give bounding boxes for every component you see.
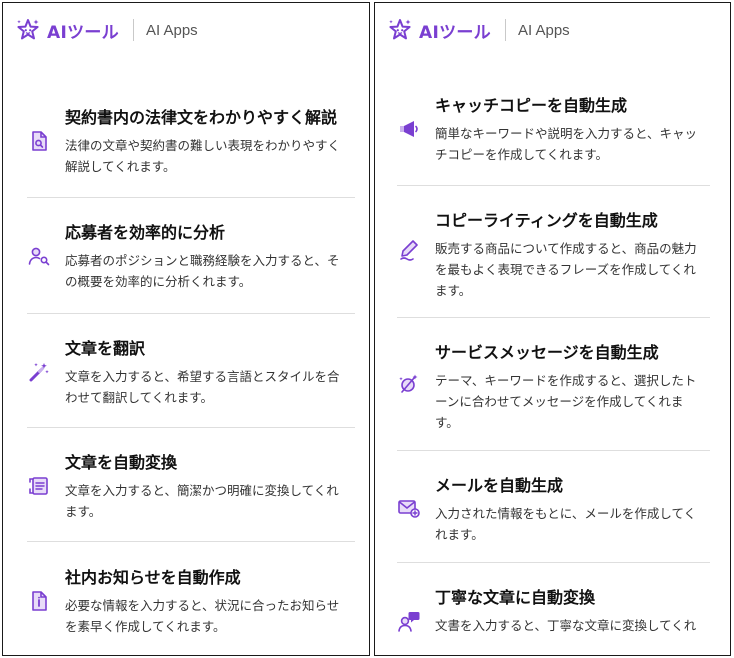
- app-title: キャッチコピーを自動生成: [435, 96, 628, 115]
- brand-name: AIツール: [419, 22, 491, 43]
- person-chat-icon: [397, 609, 421, 633]
- app-description: 販売する商品について作成すると、商品の魅力を最もよく表現できるフレーズを作成して…: [435, 241, 697, 298]
- sparkle-chat-icon: [397, 372, 421, 396]
- info-document-icon: [27, 589, 51, 613]
- app-card[interactable]: コピーライティングを自動生成 販売する商品について作成すると、商品の魅力を最もよ…: [397, 186, 710, 318]
- app-title: 丁寧な文章に自動変換: [435, 588, 596, 607]
- app-description: 文書を入力すると、丁寧な文章に変換してくれ: [435, 618, 697, 633]
- app-title: サービスメッセージを自動生成: [435, 343, 659, 362]
- app-title: メールを自動生成: [435, 476, 564, 495]
- header-divider: [504, 19, 506, 41]
- app-title: 文章を自動変換: [65, 453, 178, 472]
- app-card[interactable]: 契約書内の法律文をわかりやすく解説 法律の文章や契約書の難しい表現をわかりやすく…: [27, 57, 355, 198]
- megaphone-icon: [397, 117, 421, 141]
- app-card[interactable]: メールを自動生成 入力された情報をもとに、メールを作成してくれます。: [397, 451, 710, 563]
- app-card[interactable]: サービスメッセージを自動生成 テーマ、キーワードを作成すると、選択したトーンに合…: [397, 318, 710, 451]
- header-subtitle: AI Apps: [145, 21, 198, 39]
- app-header: AIツール AI Apps: [375, 3, 730, 57]
- app-header: AIツール AI Apps: [3, 3, 369, 57]
- app-card[interactable]: 社内お知らせを自動作成 必要な情報を入力すると、状況に合ったお知らせを素早く作成…: [27, 542, 355, 655]
- app-description: 入力された情報をもとに、メールを作成してくれます。: [435, 506, 697, 542]
- brand-star-icon: [15, 17, 41, 43]
- brand-name: AIツール: [47, 22, 119, 43]
- convert-text-icon: [27, 474, 51, 498]
- app-description: 法律の文章や契約書の難しい表現をわかりやすく解説してくれます。: [65, 138, 341, 174]
- app-card[interactable]: キャッチコピーを自動生成 簡単なキーワードや説明を入力すると、キャッチコピーを作…: [397, 57, 710, 186]
- magic-wand-icon: [27, 360, 51, 384]
- app-description: 文章を入力すると、簡潔かつ明確に変換してくれます。: [65, 483, 339, 519]
- header-subtitle: AI Apps: [517, 21, 570, 39]
- app-title: 応募者を効率的に分析: [65, 223, 226, 242]
- app-description: 応募者のポジションと職務経験を入力すると、その概要を効率的に分析くれます。: [65, 253, 340, 289]
- app-list: 契約書内の法律文をわかりやすく解説 法律の文章や契約書の難しい表現をわかりやすく…: [27, 57, 355, 655]
- mail-add-icon: [397, 496, 421, 520]
- user-search-icon: [27, 244, 51, 268]
- pen-icon: [397, 238, 421, 262]
- app-card[interactable]: 丁寧な文章に自動変換 文書を入力すると、丁寧な文章に変換してくれ: [397, 563, 710, 643]
- app-list: キャッチコピーを自動生成 簡単なキーワードや説明を入力すると、キャッチコピーを作…: [397, 57, 710, 643]
- app-description: 必要な情報を入力すると、状況に合ったお知らせを素早く作成してくれます。: [65, 598, 340, 634]
- app-description: テーマ、キーワードを作成すると、選択したトーンに合わせてメッセージを作成してくれ…: [435, 373, 697, 430]
- header-divider: [132, 19, 134, 41]
- app-title: 社内お知らせを自動作成: [65, 568, 241, 587]
- app-card[interactable]: 応募者を効率的に分析 応募者のポジションと職務経験を入力すると、その概要を効率的…: [27, 198, 355, 314]
- brand-star-icon: [387, 17, 413, 43]
- app-title: 契約書内の法律文をわかりやすく解説: [65, 108, 338, 127]
- app-card[interactable]: 文章を自動変換 文章を入力すると、簡潔かつ明確に変換してくれます。: [27, 428, 355, 542]
- app-title: コピーライティングを自動生成: [435, 211, 658, 230]
- right-panel: AIツール AI Apps キャッチコピーを自動生成 簡単なキーワードや説明を入…: [374, 2, 731, 656]
- document-search-icon: [27, 129, 51, 153]
- app-card[interactable]: 文章を翻訳 文章を入力すると、希望する言語とスタイルを合わせて翻訳してくれます。: [27, 314, 355, 428]
- app-description: 簡単なキーワードや説明を入力すると、キャッチコピーを作成してくれます。: [435, 126, 698, 162]
- app-title: 文章を翻訳: [65, 339, 146, 358]
- app-description: 文章を入力すると、希望する言語とスタイルを合わせて翻訳してくれます。: [65, 369, 340, 405]
- left-panel: AIツール AI Apps 契約書内の法律文をわかりやすく解説 法律の文章や契約…: [2, 2, 370, 656]
